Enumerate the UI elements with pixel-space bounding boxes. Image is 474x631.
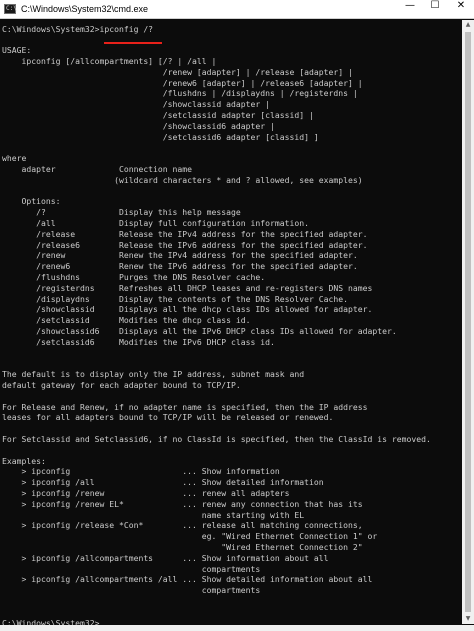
console-line: /showclassid6 Displays all the IPv6 DHCP…	[2, 325, 397, 336]
console-line: /release6 Release the IPv6 address for t…	[2, 239, 368, 250]
console-line: Examples:	[2, 455, 46, 466]
console-line: (wildcard characters * and ? allowed, se…	[2, 174, 363, 185]
console-line: Options:	[2, 196, 61, 207]
console-line: > ipconfig /renew EL* ... renew any conn…	[2, 498, 363, 509]
title-bar[interactable]: C:\ C:\Windows\System32\cmd.exe — ☐ ✕	[0, 0, 474, 19]
console-line: > ipconfig ... Show information	[2, 466, 280, 477]
console-line: default gateway for each adapter bound t…	[2, 379, 241, 390]
console-line: > ipconfig /allcompartments ... Show inf…	[2, 552, 329, 563]
console-output[interactable]: C:\Windows\System32>ipconfig /? USAGE: ip…	[0, 20, 461, 626]
console-line: /release Release the IPv4 address for th…	[2, 228, 368, 239]
console-line: > ipconfig /allcompartments /all ... Sho…	[2, 574, 373, 585]
console-line: /setclassid adapter [classid] |	[2, 109, 314, 120]
vertical-scrollbar[interactable]: ▲ ▼	[462, 20, 474, 624]
console-line: C:\Windows\System32>	[2, 617, 100, 626]
console-line: C:\Windows\System32>ipconfig /?	[2, 23, 154, 34]
command-underline	[104, 42, 162, 44]
console-line: /registerdns Refreshes all DHCP leases a…	[2, 282, 373, 293]
console-line: /showclassid Displays all the dhcp class…	[2, 304, 373, 315]
console-line: adapter Connection name	[2, 163, 193, 174]
console-line: > ipconfig /renew ... renew all adapters	[2, 487, 290, 498]
console-line: /showclassid6 adapter |	[2, 120, 275, 131]
console-line: leases for all adapters bound to TCP/IP …	[2, 412, 334, 423]
scroll-up-arrow-icon[interactable]: ▲	[462, 20, 474, 30]
console-line: The default is to display only the IP ad…	[2, 369, 305, 380]
console-line: /all Display full configuration informat…	[2, 217, 309, 228]
console-line: For Release and Renew, if no adapter nam…	[2, 401, 368, 412]
console-line: /displaydns Display the contents of the …	[2, 293, 348, 304]
minimize-button[interactable]: —	[397, 0, 423, 18]
console-line: /renew Renew the IPv4 address for the sp…	[2, 250, 358, 261]
console-line: where	[2, 153, 27, 164]
console-line: "Wired Ethernet Connection 2"	[2, 541, 363, 552]
console-line: For Setclassid and Setclassid6, if no Cl…	[2, 433, 431, 444]
close-button[interactable]: ✕	[448, 0, 474, 18]
console-line: /? Display this help message	[2, 207, 241, 218]
console-line: /renew [adapter] | /release [adapter] |	[2, 66, 353, 77]
console-line: /flushdns | /displaydns | /registerdns |	[2, 88, 358, 99]
console-line: /renew6 [adapter] | /release6 [adapter] …	[2, 77, 363, 88]
console-line: /setclassid6 adapter [classid] ]	[2, 131, 319, 142]
scroll-down-arrow-icon[interactable]: ▼	[462, 614, 474, 624]
cmd-window: C:\ C:\Windows\System32\cmd.exe — ☐ ✕ C:…	[0, 0, 474, 631]
console-line: /showclassid adapter |	[2, 99, 271, 110]
console-line: > ipconfig /release *Con* ... release al…	[2, 520, 363, 531]
window-title: C:\Windows\System32\cmd.exe	[21, 4, 149, 14]
console-line: /setclassid Modifies the dhcp class id.	[2, 315, 251, 326]
maximize-button[interactable]: ☐	[422, 0, 448, 18]
console-line: ipconfig [/allcompartments] [/? | /all |	[2, 55, 217, 66]
console-line: compartments	[2, 585, 261, 596]
console-line: USAGE:	[2, 45, 32, 56]
console-line: eg. "Wired Ethernet Connection 1" or	[2, 531, 378, 542]
console-line: > ipconfig /all ... Show detailed inform…	[2, 477, 324, 488]
console-line: name starting with EL	[2, 509, 305, 520]
window-bottom-edge	[0, 625, 474, 631]
console-line: /flushdns Purges the DNS Resolver cache.	[2, 271, 266, 282]
console-line: compartments	[2, 563, 261, 574]
console-line: /setclassid6 Modifies the IPv6 DHCP clas…	[2, 336, 275, 347]
console-line: /renew6 Renew the IPv6 address for the s…	[2, 261, 358, 272]
cmd-icon: C:\	[4, 4, 17, 14]
scrollbar-thumb[interactable]	[465, 32, 471, 612]
